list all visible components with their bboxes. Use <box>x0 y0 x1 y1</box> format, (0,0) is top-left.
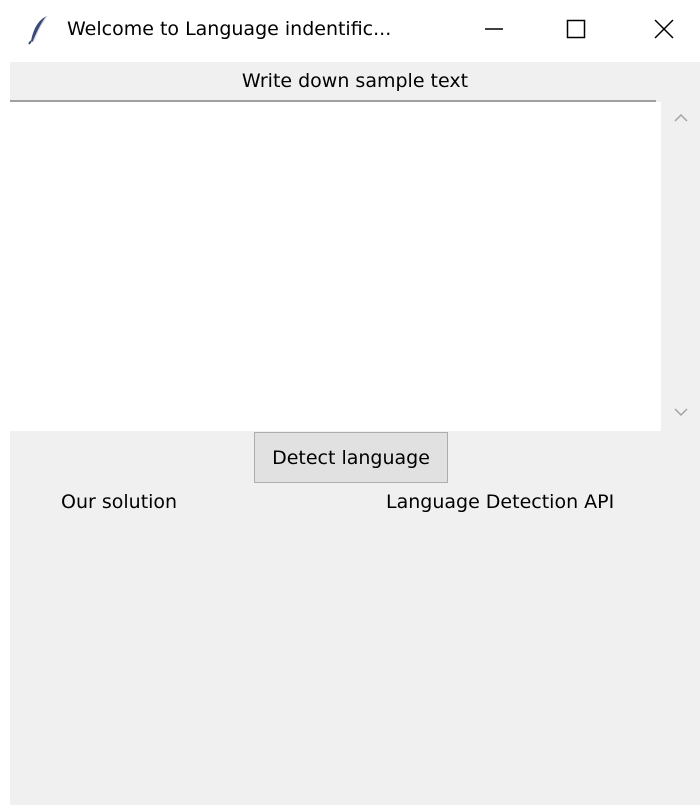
language-detection-api-label: Language Detection API <box>386 491 615 513</box>
detect-language-button[interactable]: Detect language <box>254 432 448 483</box>
our-solution-label: Our solution <box>61 491 178 513</box>
window-title: Welcome to Language indentific... <box>67 18 392 40</box>
app-window: Welcome to Language indentific... Write … <box>0 0 700 805</box>
minimize-icon <box>483 18 505 44</box>
chevron-down-icon[interactable] <box>671 404 691 420</box>
title-bar[interactable]: Welcome to Language indentific... <box>0 0 700 62</box>
chevron-up-icon[interactable] <box>671 110 691 126</box>
maximize-button[interactable] <box>546 0 606 62</box>
sample-text-input[interactable] <box>10 102 661 431</box>
feather-icon <box>28 15 50 45</box>
client-area: Write down sample text Detect language O… <box>10 62 700 805</box>
close-button[interactable] <box>634 0 694 62</box>
vertical-scrollbar[interactable] <box>661 102 700 431</box>
close-icon <box>653 18 675 44</box>
minimize-button[interactable] <box>464 0 524 62</box>
maximize-icon <box>565 18 587 44</box>
prompt-label: Write down sample text <box>241 70 469 92</box>
